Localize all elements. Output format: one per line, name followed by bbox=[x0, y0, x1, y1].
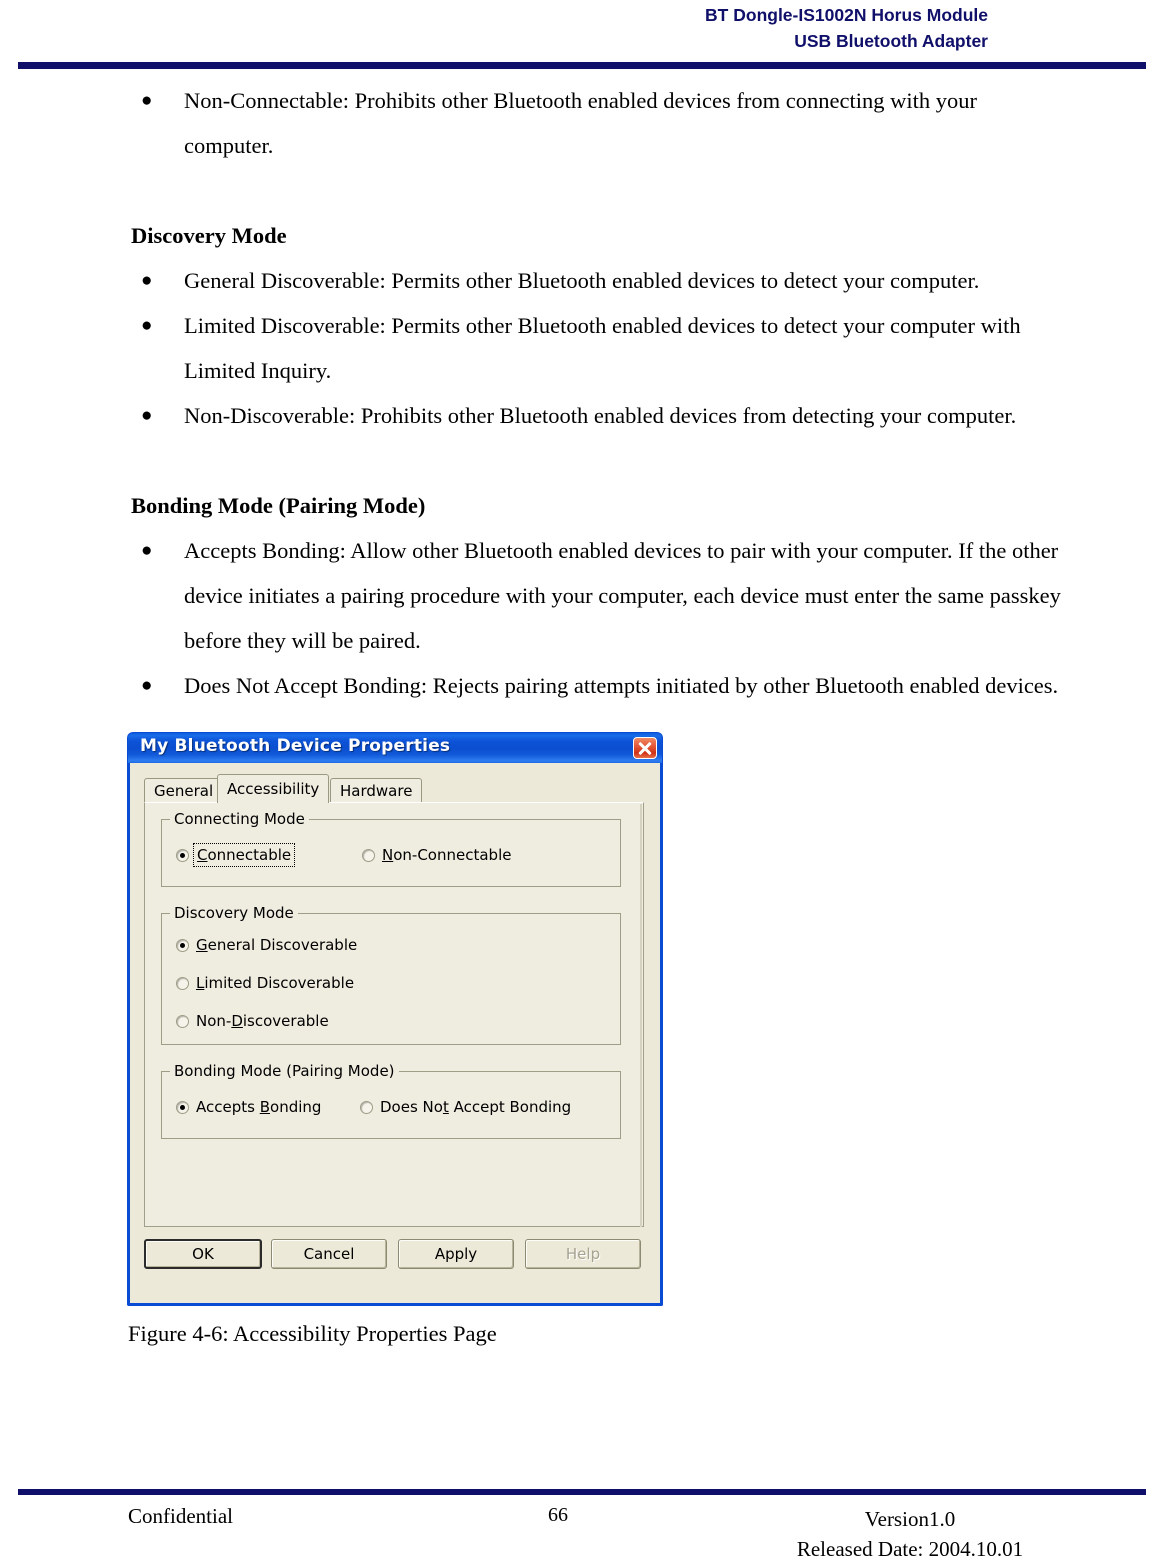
radio-label-general-discoverable[interactable]: General Discoverable bbox=[196, 936, 357, 954]
bullet-icon: ● bbox=[141, 540, 153, 561]
tab-accessibility[interactable]: Accessibility bbox=[217, 774, 330, 803]
groupbox-discovery-mode-title: Discovery Mode bbox=[170, 904, 298, 922]
radio-label-non-discoverable[interactable]: Non-Discoverable bbox=[196, 1012, 329, 1030]
radio-indicator-non-connectable[interactable] bbox=[362, 849, 375, 862]
dialog-title: My Bluetooth Device Properties bbox=[140, 736, 451, 756]
footer-divider bbox=[18, 1489, 1146, 1495]
tab-hardware[interactable]: Hardware bbox=[330, 778, 423, 802]
radio-label-limited-discoverable[interactable]: Limited Discoverable bbox=[196, 974, 354, 992]
section-heading-discovery-mode: Discovery Mode bbox=[131, 223, 287, 248]
cancel-button[interactable]: Cancel bbox=[271, 1239, 387, 1269]
list-item-text: Accepts Bonding: Allow other Bluetooth e… bbox=[184, 538, 1061, 653]
list-item-text: General Discoverable: Permits other Blue… bbox=[184, 268, 980, 293]
radio-option-general-discoverable[interactable]: General Discoverable bbox=[176, 936, 357, 954]
list-item: ● Accepts Bonding: Allow other Bluetooth… bbox=[131, 528, 1064, 663]
radio-option-connectable[interactable]: Connectable bbox=[176, 843, 296, 867]
list-item: ● Non-Discoverable: Prohibits other Blue… bbox=[131, 393, 1064, 438]
apply-button[interactable]: Apply bbox=[398, 1239, 514, 1269]
radio-label-does-not-accept-bonding[interactable]: Does Not Accept Bonding bbox=[380, 1098, 571, 1116]
footer-version: Version1.0 bbox=[864, 1507, 956, 1531]
page-header: BT Dongle-IS1002N Horus Module USB Bluet… bbox=[0, 0, 1163, 69]
bullet-icon: ● bbox=[141, 315, 153, 336]
list-item: ● General Discoverable: Permits other Bl… bbox=[131, 258, 1064, 303]
radio-option-non-connectable[interactable]: Non-Connectable bbox=[362, 846, 511, 864]
bullet-icon: ● bbox=[141, 90, 153, 111]
dialog-titlebar[interactable]: My Bluetooth Device Properties bbox=[127, 732, 663, 763]
page-footer: Confidential 66 Version1.0 Released Date… bbox=[0, 1500, 1163, 1561]
radio-indicator-accepts-bonding[interactable] bbox=[176, 1101, 189, 1114]
radio-option-does-not-accept-bonding[interactable]: Does Not Accept Bonding bbox=[360, 1098, 571, 1116]
help-button: Help bbox=[525, 1239, 641, 1269]
radio-indicator-limited-discoverable[interactable] bbox=[176, 977, 189, 990]
radio-label-non-connectable[interactable]: Non-Connectable bbox=[382, 846, 511, 864]
ok-button[interactable]: OK bbox=[144, 1239, 262, 1269]
footer-version-block: Version1.0 Released Date: 2004.10.01 bbox=[745, 1504, 1075, 1564]
header-divider bbox=[18, 62, 1146, 69]
list-item: ● Non-Connectable: Prohibits other Bluet… bbox=[131, 78, 1064, 168]
bullet-icon: ● bbox=[141, 405, 153, 426]
figure-caption: Figure 4-6: Accessibility Properties Pag… bbox=[128, 1321, 497, 1346]
groupbox-discovery-mode: Discovery Mode General Discoverable Limi… bbox=[161, 904, 621, 1045]
radio-option-accepts-bonding[interactable]: Accepts Bonding bbox=[176, 1098, 321, 1116]
groupbox-connecting-mode: Connecting Mode Connectable Non-Connecta… bbox=[161, 810, 621, 887]
header-title-line1: BT Dongle-IS1002N Horus Module bbox=[705, 5, 988, 25]
list-item-text: Non-Connectable: Prohibits other Bluetoo… bbox=[184, 88, 977, 158]
header-title-line2: USB Bluetooth Adapter bbox=[794, 31, 988, 51]
radio-indicator-general-discoverable[interactable] bbox=[176, 939, 189, 952]
footer-confidential: Confidential bbox=[128, 1504, 233, 1528]
footer-released: Released Date: 2004.10.01 bbox=[796, 1537, 1024, 1561]
radio-indicator-non-discoverable[interactable] bbox=[176, 1015, 189, 1028]
radio-indicator-connectable[interactable] bbox=[176, 849, 189, 862]
figure-accessibility-properties: My Bluetooth Device Properties General A… bbox=[127, 732, 663, 1306]
bullet-icon: ● bbox=[141, 270, 153, 291]
list-item-text: Limited Discoverable: Permits other Blue… bbox=[184, 313, 1021, 383]
close-icon[interactable] bbox=[633, 737, 657, 759]
groupbox-bonding-mode: Bonding Mode (Pairing Mode) Accepts Bond… bbox=[161, 1062, 621, 1139]
document-body: ● Non-Connectable: Prohibits other Bluet… bbox=[0, 78, 1163, 708]
radio-label-accepts-bonding[interactable]: Accepts Bonding bbox=[196, 1098, 321, 1116]
bullet-icon: ● bbox=[141, 675, 153, 696]
section-heading-bonding-mode: Bonding Mode (Pairing Mode) bbox=[131, 493, 426, 518]
radio-option-limited-discoverable[interactable]: Limited Discoverable bbox=[176, 974, 354, 992]
header-title-block: BT Dongle-IS1002N Horus Module USB Bluet… bbox=[705, 2, 988, 54]
dialog-button-bar: OK Cancel Apply Help bbox=[144, 1237, 650, 1273]
my-bluetooth-device-properties-dialog: My Bluetooth Device Properties General A… bbox=[127, 732, 663, 1306]
radio-label-connectable[interactable]: Connectable bbox=[192, 843, 296, 867]
list-item: ● Does Not Accept Bonding: Rejects pairi… bbox=[131, 663, 1064, 708]
radio-indicator-does-not-accept-bonding[interactable] bbox=[360, 1101, 373, 1114]
groupbox-connecting-mode-title: Connecting Mode bbox=[170, 810, 309, 828]
tab-panel-accessibility: Connecting Mode Connectable Non-Connecta… bbox=[144, 802, 644, 1227]
list-item-text: Non-Discoverable: Prohibits other Blueto… bbox=[184, 403, 1017, 428]
list-item: ● Limited Discoverable: Permits other Bl… bbox=[131, 303, 1064, 393]
radio-option-non-discoverable[interactable]: Non-Discoverable bbox=[176, 1012, 329, 1030]
footer-page-number: 66 bbox=[548, 1504, 568, 1526]
groupbox-bonding-mode-title: Bonding Mode (Pairing Mode) bbox=[170, 1062, 399, 1080]
list-item-text: Does Not Accept Bonding: Rejects pairing… bbox=[184, 673, 1059, 698]
tab-general[interactable]: General bbox=[144, 778, 224, 802]
